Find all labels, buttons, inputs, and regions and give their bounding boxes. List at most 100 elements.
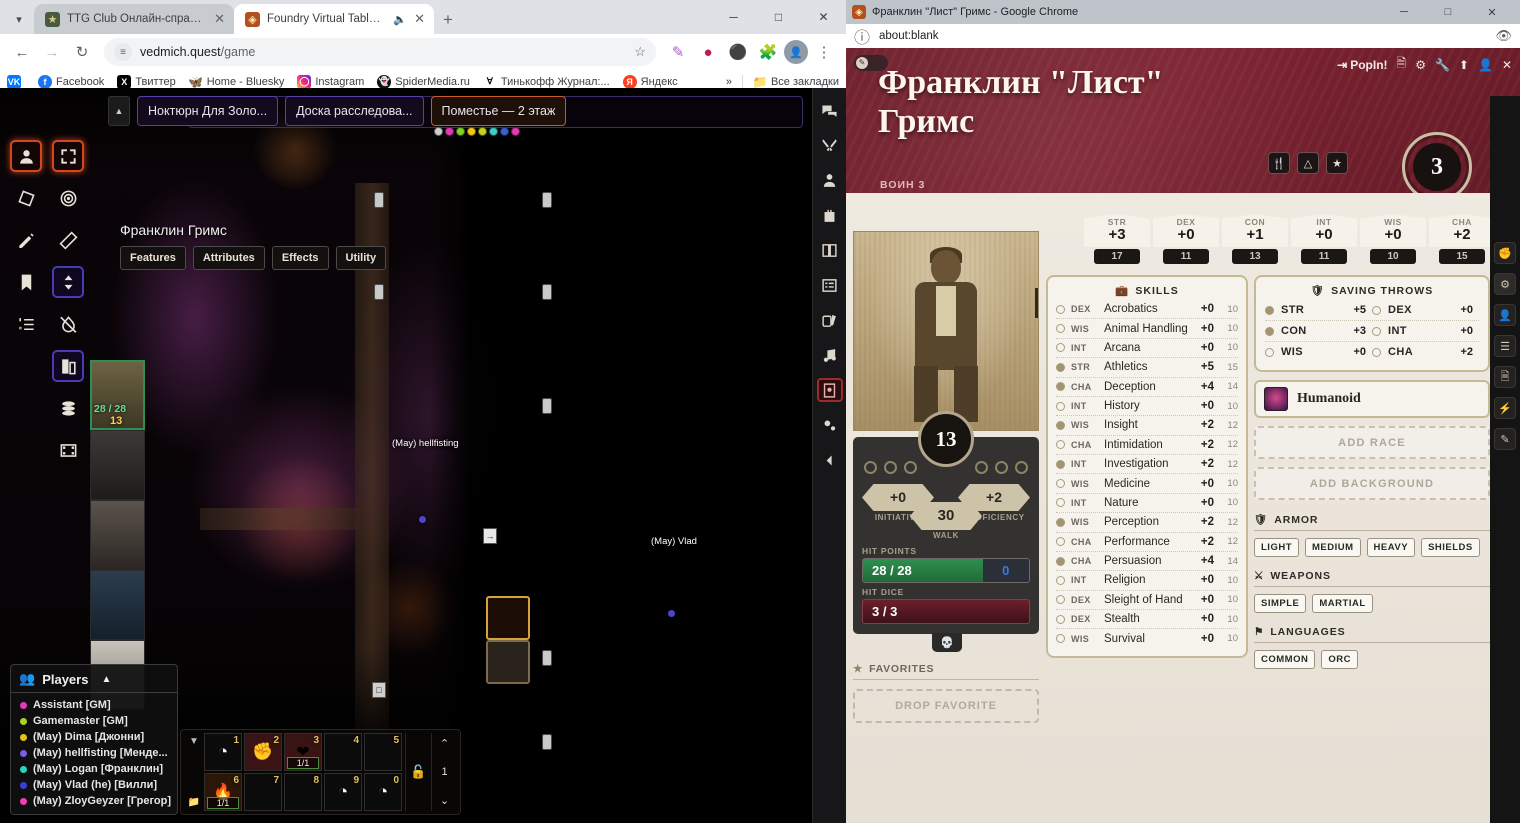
character-portrait[interactable]: ◀ [853,231,1039,431]
saving-throw[interactable]: DEX +0 [1372,304,1479,316]
selected-token[interactable] [486,596,530,640]
door-icon[interactable]: □ [372,682,386,698]
character-icon[interactable]: 👤 [1494,304,1516,326]
minimize-button[interactable]: ─ [1382,0,1426,24]
saving-throw[interactable]: STR +5 [1265,304,1372,316]
player-item[interactable]: (May) Dima [Джонни] [11,729,177,745]
wall-node[interactable] [374,192,384,208]
extension-red-icon[interactable]: ⚫ [724,38,752,66]
wall-node[interactable] [542,734,552,750]
forward-icon[interactable]: → [38,38,66,66]
extensions-icon[interactable]: 🧩 [754,38,782,66]
skill-proficiency-dot[interactable] [1056,304,1065,314]
wrench-icon[interactable]: 🔧 [1435,58,1450,72]
compendium-icon[interactable] [816,378,843,402]
players-panel-header[interactable]: 👥 Players ▲ [11,665,177,693]
film-strip-icon[interactable] [52,434,84,466]
import-icon[interactable]: ⬆ [1459,58,1469,72]
skill-row[interactable]: CHA Intimidation +2 12 [1056,436,1238,455]
tiles-stack-icon[interactable] [52,392,84,424]
skill-proficiency-dot[interactable] [1056,362,1065,372]
skill-row[interactable]: INT Arcana +0 10 [1056,339,1238,359]
tab-ttg-club[interactable]: ★ TTG Club Онлайн-справочник ✕ [34,4,234,34]
macro-slot-7[interactable]: 7 [244,773,282,811]
draw-pencil-icon[interactable] [10,224,42,256]
armor-class[interactable]: 13 [918,411,974,467]
combat-swords-icon[interactable] [817,133,843,157]
wall-node[interactable] [542,650,552,666]
skill-proficiency-dot[interactable] [1056,420,1065,430]
token-portrait-selected[interactable]: 28 / 28 13 [90,360,145,430]
lightning-icon[interactable]: ⚡ [1494,397,1516,419]
lighting-off-icon[interactable] [52,308,84,340]
measure-ruler-icon[interactable] [52,224,84,256]
maximize-button[interactable]: □ [1426,0,1470,24]
player-item[interactable]: (May) hellfisting [Менде... [11,745,177,761]
token-portrait[interactable] [90,430,145,500]
speaker-icon[interactable]: 🔈 [393,13,407,26]
wall-node[interactable] [542,284,552,300]
ability-str[interactable]: STR +3 17 [1084,214,1150,264]
skill-row[interactable]: CHA Deception +4 14 [1056,378,1238,397]
chip-light[interactable]: LIGHT [1254,538,1299,557]
folder-icon[interactable]: 📁 [188,797,200,808]
bookmark-bluesky[interactable]: 🦋 Home - Bluesky [188,74,284,89]
skill-row[interactable]: INT Religion +0 10 [1056,571,1238,591]
wall-node[interactable] [374,284,384,300]
portrait-collapse-button[interactable]: ◀ [1035,288,1038,318]
bookmark-star-icon[interactable]: ☆ [634,44,646,60]
new-tab-button[interactable]: + [434,6,462,34]
skill-row[interactable]: DEX Sleight of Hand +0 10 [1056,591,1238,610]
skill-proficiency-dot[interactable] [1056,459,1065,469]
items-bag-icon[interactable] [817,203,843,227]
tab-features[interactable]: Features [120,246,186,270]
unlock-icon[interactable]: 🔓 [405,733,431,811]
chip-common[interactable]: COMMON [1254,650,1316,669]
scene-tab-2[interactable]: Доска расследова... [285,96,424,126]
skill-row[interactable]: WIS Animal Handling +0 10 [1056,319,1238,339]
playlists-music-icon[interactable] [817,343,843,367]
saving-throw[interactable]: WIS +0 [1265,346,1372,358]
skill-row[interactable]: INT Nature +0 10 [1056,494,1238,514]
cards-icon[interactable] [817,308,843,332]
door-icon[interactable]: → [483,528,497,544]
bookmarks-overflow-button[interactable]: » [726,76,732,88]
chip-simple[interactable]: SIMPLE [1254,594,1307,613]
foundry-canvas[interactable]: ▲ Ноктюрн Для Золо... Доска расследова..… [0,88,846,823]
creature-type-card[interactable]: Humanoid [1254,380,1490,418]
pen-icon[interactable]: ✎ [664,38,692,66]
close-icon[interactable]: ✕ [214,11,225,27]
skill-row[interactable]: CHA Persuasion +4 14 [1056,552,1238,572]
list-icon[interactable]: ☰ [1494,335,1516,357]
template-icon[interactable] [52,182,84,214]
skill-proficiency-dot[interactable] [1056,595,1065,605]
bookmark-twitter[interactable]: X Твиттер [117,74,176,89]
skill-proficiency-dot[interactable] [1056,517,1065,527]
eye-off-icon[interactable]: 👁 [1495,28,1512,44]
address-bar[interactable]: ≡ vedmich.quest/game ☆ [104,38,656,66]
chevron-up-icon[interactable]: ▲ [101,674,111,685]
macro-slot-0[interactable]: ◔ 0 [364,773,402,811]
skill-row[interactable]: DEX Acrobatics +0 10 [1056,300,1238,320]
skull-icon[interactable]: 💀 [932,633,962,652]
player-item[interactable]: Assistant [GM] [11,697,177,713]
skill-row[interactable]: INT Investigation +2 12 [1056,455,1238,475]
rest-icon[interactable]: 🍴 [1268,152,1290,174]
journal-book-icon[interactable] [817,238,843,262]
skill-proficiency-dot[interactable] [1056,343,1065,353]
skill-proficiency-dot[interactable] [1056,479,1065,489]
skill-row[interactable]: WIS Survival +0 10 [1056,629,1238,647]
close-window-button[interactable]: ✕ [1470,0,1514,24]
tab-search-button[interactable]: ▾ [4,4,34,34]
save-proficiency-dot[interactable] [1372,305,1381,315]
opera-icon[interactable]: ● [694,38,722,66]
skill-row[interactable]: WIS Perception +2 12 [1056,513,1238,533]
saving-throw[interactable]: CON +3 [1265,325,1372,337]
chip-shields[interactable]: SHIELDS [1421,538,1480,557]
bookmark-tj[interactable]: ∀ Тинькофф Журнал:... [482,74,610,89]
save-proficiency-dot[interactable] [1265,347,1274,357]
skill-proficiency-dot[interactable] [1056,537,1065,547]
close-window-button[interactable]: ✕ [801,1,846,33]
wall-node[interactable] [542,192,552,208]
walk-speed-value[interactable]: 30 [910,502,982,530]
